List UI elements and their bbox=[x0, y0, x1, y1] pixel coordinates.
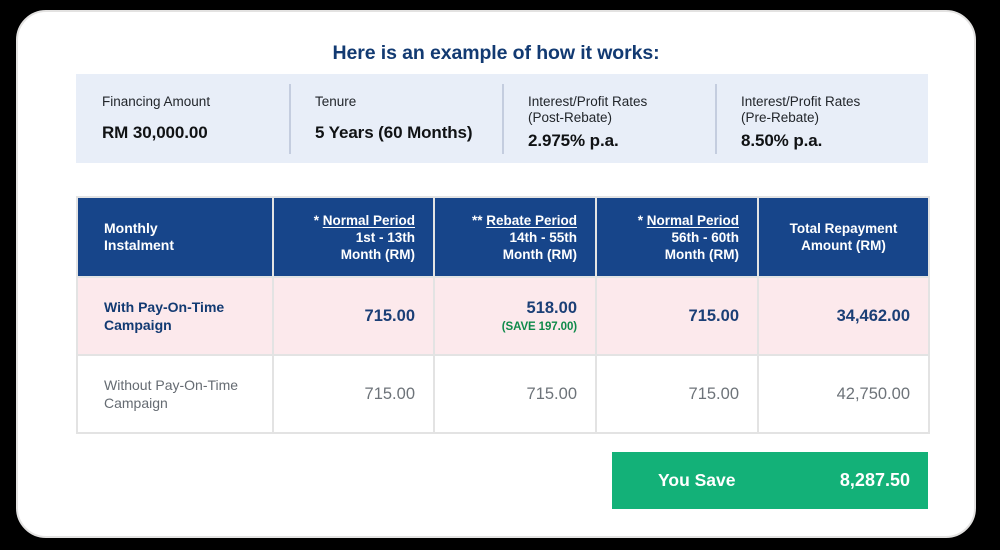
header-total-repayment: Total Repayment Amount (RM) bbox=[757, 196, 930, 278]
summary-label-rate-post-rebate: Interest/Profit Rates bbox=[528, 94, 648, 109]
you-save-label: You Save bbox=[658, 470, 736, 490]
header-normal-period-1-title: Normal Period bbox=[322, 212, 415, 228]
table-header: Monthly Instalment * Normal Period 1st -… bbox=[76, 196, 930, 278]
header-total-repayment-line1: Total Repayment bbox=[789, 221, 898, 236]
cell-with-campaign-normal-1: 715.00 bbox=[272, 276, 435, 356]
header-normal-period-2-marker: * bbox=[637, 212, 647, 228]
cell-with-campaign-normal-2: 715.00 bbox=[595, 276, 759, 356]
header-monthly-instalment-line2: Instalment bbox=[104, 237, 175, 253]
header-normal-period-1: * Normal Period 1st - 13th Month (RM) bbox=[272, 196, 435, 278]
header-normal-period-2-unit: Month (RM) bbox=[664, 246, 739, 262]
row-label-without-campaign-line1: Without Pay-On-Time bbox=[104, 377, 239, 393]
financing-summary-bar: Financing Amount RM 30,000.00 Tenure 5 Y… bbox=[76, 74, 928, 163]
summary-cell-rate-post-rebate: Interest/Profit Rates (Post-Rebate) 2.97… bbox=[502, 74, 715, 163]
cell-without-campaign-rebate: 715.00 bbox=[433, 354, 597, 434]
row-label-without-campaign: Without Pay-On-Time Campaign bbox=[76, 354, 274, 434]
summary-label-tenure: Tenure bbox=[315, 94, 357, 109]
header-normal-period-2-title: Normal Period bbox=[646, 212, 739, 228]
you-save-value: 8,287.50 bbox=[839, 470, 910, 490]
header-rebate-period-marker: ** bbox=[471, 212, 487, 228]
repayment-comparison-table: Monthly Instalment * Normal Period 1st -… bbox=[76, 196, 930, 434]
header-normal-period-2: * Normal Period 56th - 60th Month (RM) bbox=[595, 196, 759, 278]
example-card: Here is an example of how it works: Fina… bbox=[16, 10, 976, 538]
summary-cell-rate-pre-rebate: Interest/Profit Rates (Pre-Rebate) 8.50%… bbox=[715, 74, 928, 163]
cell-with-campaign-rebate-value: 518.00 bbox=[526, 299, 577, 317]
cell-with-campaign-rebate-save-note: (SAVE 197.00) bbox=[501, 321, 577, 333]
summary-sublabel-rate-post-rebate: (Post-Rebate) bbox=[528, 110, 613, 125]
header-normal-period-1-marker: * bbox=[313, 212, 323, 228]
page-root: Here is an example of how it works: Fina… bbox=[0, 0, 1000, 550]
header-rebate-period-title: Rebate Period bbox=[486, 212, 577, 228]
header-normal-period-1-unit: Month (RM) bbox=[340, 246, 415, 262]
summary-cell-tenure: Tenure 5 Years (60 Months) bbox=[289, 74, 502, 163]
row-label-without-campaign-line2: Campaign bbox=[104, 395, 168, 411]
table-row-with-campaign: With Pay-On-Time Campaign 715.00 518.00 … bbox=[76, 276, 930, 356]
header-normal-period-2-range: 56th - 60th bbox=[671, 229, 739, 245]
header-normal-period-1-range: 1st - 13th bbox=[355, 229, 415, 245]
summary-value-financing-amount: RM 30,000.00 bbox=[102, 123, 208, 142]
cell-without-campaign-total: 42,750.00 bbox=[757, 354, 930, 434]
page-title: Here is an example of how it works: bbox=[332, 42, 660, 64]
cell-without-campaign-normal-2: 715.00 bbox=[595, 354, 759, 434]
summary-label-rate-pre-rebate: Interest/Profit Rates bbox=[741, 94, 861, 109]
you-save-banner: You Save 8,287.50 bbox=[612, 452, 928, 509]
summary-cell-financing-amount: Financing Amount RM 30,000.00 bbox=[76, 74, 289, 163]
header-total-repayment-line2: Amount (RM) bbox=[801, 238, 886, 253]
cell-without-campaign-normal-1: 715.00 bbox=[272, 354, 435, 434]
summary-value-rate-post-rebate: 2.975% p.a. bbox=[528, 131, 619, 150]
summary-sublabel-rate-pre-rebate: (Pre-Rebate) bbox=[741, 110, 820, 125]
cell-with-campaign-rebate: 518.00 (SAVE 197.00) bbox=[433, 276, 597, 356]
table-header-row: Monthly Instalment * Normal Period 1st -… bbox=[76, 196, 930, 278]
header-monthly-instalment: Monthly Instalment bbox=[76, 196, 274, 278]
summary-label-financing-amount: Financing Amount bbox=[102, 94, 211, 109]
row-label-with-campaign-line2: Campaign bbox=[104, 317, 172, 333]
summary-value-tenure: 5 Years (60 Months) bbox=[315, 123, 473, 142]
header-monthly-instalment-line1: Monthly bbox=[104, 220, 158, 236]
header-rebate-period: ** Rebate Period 14th - 55th Month (RM) bbox=[433, 196, 597, 278]
row-label-with-campaign: With Pay-On-Time Campaign bbox=[76, 276, 274, 356]
header-rebate-period-unit: Month (RM) bbox=[502, 246, 577, 262]
table-body: With Pay-On-Time Campaign 715.00 518.00 … bbox=[76, 276, 930, 434]
cell-with-campaign-total: 34,462.00 bbox=[757, 276, 930, 356]
table-row-without-campaign: Without Pay-On-Time Campaign 715.00 715.… bbox=[76, 354, 930, 434]
header-rebate-period-range: 14th - 55th bbox=[509, 229, 577, 245]
row-label-with-campaign-line1: With Pay-On-Time bbox=[104, 299, 225, 315]
summary-value-rate-pre-rebate: 8.50% p.a. bbox=[741, 131, 823, 150]
